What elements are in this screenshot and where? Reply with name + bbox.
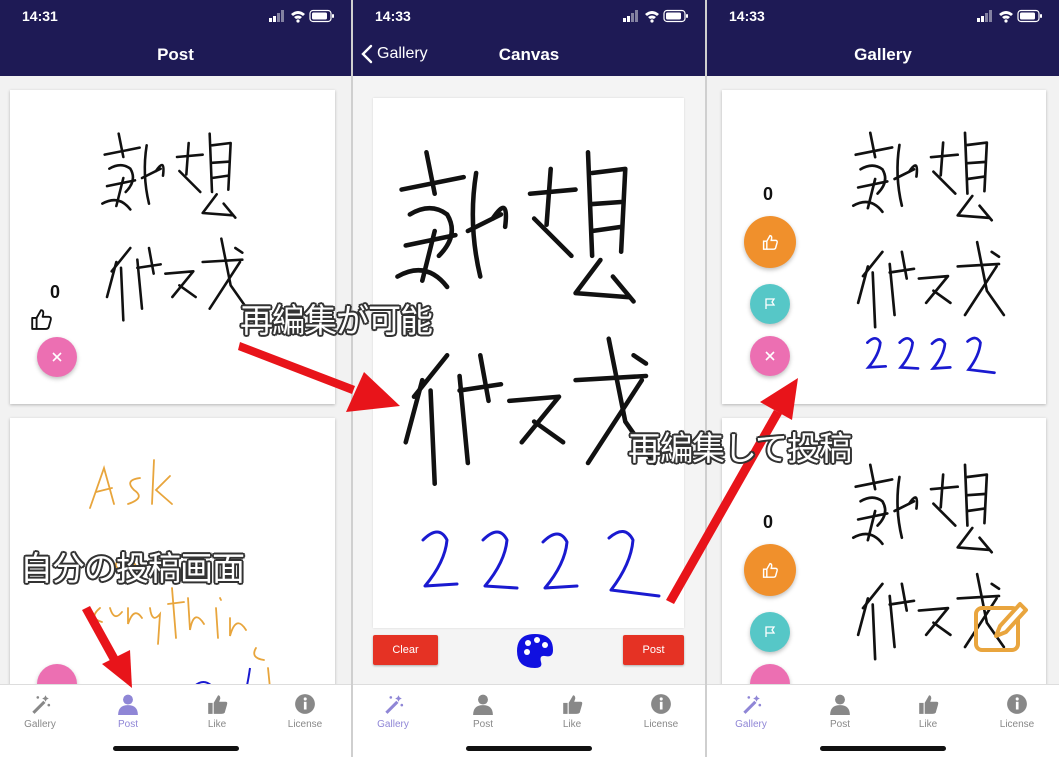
annotation-reedit-and-post: 再編集して投稿 [628,429,852,468]
annotation-my-post-screen: 自分の投稿画面 [20,549,245,588]
annotation-reedit-possible: 再編集が可能 [240,301,433,340]
annotation-arrows [82,342,798,688]
